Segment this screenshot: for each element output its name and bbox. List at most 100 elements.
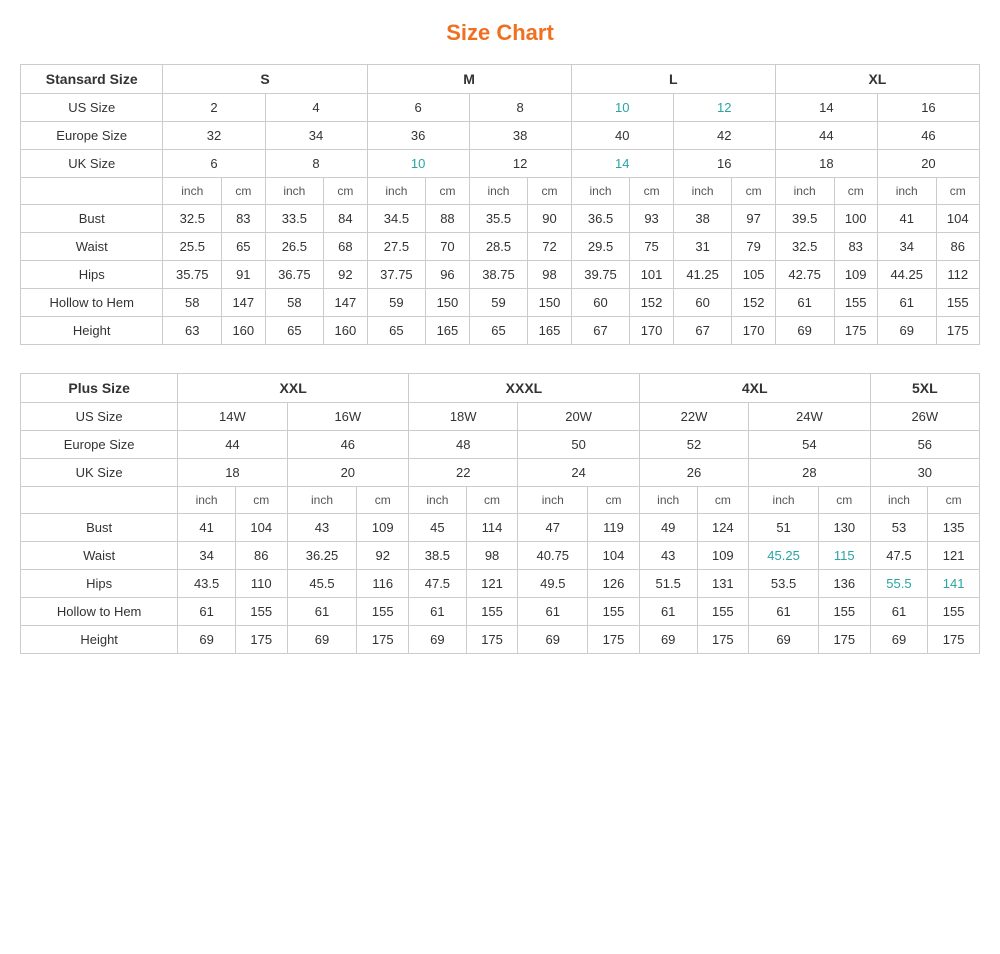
plus-us-4: 22W: [639, 403, 748, 431]
plus-europe-label: Europe Size: [21, 431, 178, 459]
height-6: 65: [469, 317, 528, 345]
plus-uk-4: 26: [639, 459, 748, 487]
plus-bust-3: 109: [357, 514, 409, 542]
height-5: 165: [426, 317, 469, 345]
height-2: 65: [265, 317, 324, 345]
plus-hips-8: 51.5: [639, 570, 697, 598]
hollow-6: 59: [469, 289, 528, 317]
eu-xl2: 46: [877, 122, 979, 150]
plus-hips-1: 110: [235, 570, 287, 598]
plus-height-13: 175: [928, 626, 980, 654]
plus-hollow-row: Hollow to Hem 61 155 61 155 61 155 61 15…: [21, 598, 980, 626]
eu-s2: 34: [265, 122, 367, 150]
waist-3: 68: [324, 233, 367, 261]
plus-unit-6: inch: [518, 487, 588, 514]
m-header: M: [367, 65, 571, 94]
hips-label: Hips: [21, 261, 163, 289]
plus-eu-1: 46: [287, 431, 408, 459]
bust-14: 41: [877, 205, 936, 233]
hips-3: 92: [324, 261, 367, 289]
plus-hips-label: Hips: [21, 570, 178, 598]
plus-eu-4: 52: [639, 431, 748, 459]
hips-9: 101: [630, 261, 673, 289]
plus-hips-12: 55.5: [870, 570, 928, 598]
plus-header-row: Plus Size XXL XXXL 4XL 5XL: [21, 374, 980, 403]
hips-0: 35.75: [163, 261, 222, 289]
plus-height-6: 69: [518, 626, 588, 654]
bust-6: 35.5: [469, 205, 528, 233]
plus-unit-4: inch: [409, 487, 467, 514]
hips-7: 98: [528, 261, 571, 289]
height-14: 69: [877, 317, 936, 345]
plus-height-2: 69: [287, 626, 357, 654]
plus-bust-row: Bust 41 104 43 109 45 114 47 119 49 124 …: [21, 514, 980, 542]
hollow-9: 152: [630, 289, 673, 317]
bust-13: 100: [834, 205, 877, 233]
unit-8: inch: [571, 178, 630, 205]
hips-15: 112: [936, 261, 979, 289]
bust-4: 34.5: [367, 205, 426, 233]
unit-5: cm: [426, 178, 469, 205]
bust-3: 84: [324, 205, 367, 233]
unit-11: cm: [732, 178, 775, 205]
plus-hollow-0: 61: [178, 598, 236, 626]
height-4: 65: [367, 317, 426, 345]
waist-11: 79: [732, 233, 775, 261]
plus-bust-6: 47: [518, 514, 588, 542]
plus-waist-4: 38.5: [409, 542, 467, 570]
hollow-row: Hollow to Hem 58 147 58 147 59 150 59 15…: [21, 289, 980, 317]
plus-hips-7: 126: [588, 570, 640, 598]
plus-hollow-13: 155: [928, 598, 980, 626]
plus-hips-5: 121: [466, 570, 518, 598]
us-size-label: US Size: [21, 94, 163, 122]
hips-11: 105: [732, 261, 775, 289]
uk-s2: 8: [265, 150, 367, 178]
unit-3: cm: [324, 178, 367, 205]
height-3: 160: [324, 317, 367, 345]
plus-waist-7: 104: [588, 542, 640, 570]
plus-height-11: 175: [818, 626, 870, 654]
unit-0: inch: [163, 178, 222, 205]
hips-8: 39.75: [571, 261, 630, 289]
plus-hips-6: 49.5: [518, 570, 588, 598]
plus-hips-13: 141: [928, 570, 980, 598]
hollow-5: 150: [426, 289, 469, 317]
height-8: 67: [571, 317, 630, 345]
hollow-11: 152: [732, 289, 775, 317]
us-s1: 2: [163, 94, 265, 122]
page-title: Size Chart: [20, 20, 980, 46]
plus-uk-6: 30: [870, 459, 979, 487]
plus-waist-8: 43: [639, 542, 697, 570]
plus-waist-11: 115: [818, 542, 870, 570]
us-xl1: 14: [775, 94, 877, 122]
plus-hollow-8: 61: [639, 598, 697, 626]
plus-hollow-3: 155: [357, 598, 409, 626]
waist-15: 86: [936, 233, 979, 261]
plus-hollow-7: 155: [588, 598, 640, 626]
l-header: L: [571, 65, 775, 94]
xl-header: XL: [775, 65, 979, 94]
plus-us-3: 20W: [518, 403, 639, 431]
waist-8: 29.5: [571, 233, 630, 261]
waist-10: 31: [673, 233, 732, 261]
xxxl-header: XXXL: [409, 374, 640, 403]
xxl-header: XXL: [178, 374, 409, 403]
unit-15: cm: [936, 178, 979, 205]
unit-10: inch: [673, 178, 732, 205]
us-m1: 6: [367, 94, 469, 122]
eu-m1: 36: [367, 122, 469, 150]
height-13: 175: [834, 317, 877, 345]
hips-4: 37.75: [367, 261, 426, 289]
bust-5: 88: [426, 205, 469, 233]
plus-unit-3: cm: [357, 487, 409, 514]
bust-1: 83: [222, 205, 265, 233]
eu-xl1: 44: [775, 122, 877, 150]
waist-6: 28.5: [469, 233, 528, 261]
plus-eu-6: 56: [870, 431, 979, 459]
plus-hips-row: Hips 43.5 110 45.5 116 47.5 121 49.5 126…: [21, 570, 980, 598]
plus-height-5: 175: [466, 626, 518, 654]
plus-uk-0: 18: [178, 459, 287, 487]
standard-header-row: Stansard Size S M L XL: [21, 65, 980, 94]
bust-7: 90: [528, 205, 571, 233]
waist-row: Waist 25.5 65 26.5 68 27.5 70 28.5 72 29…: [21, 233, 980, 261]
